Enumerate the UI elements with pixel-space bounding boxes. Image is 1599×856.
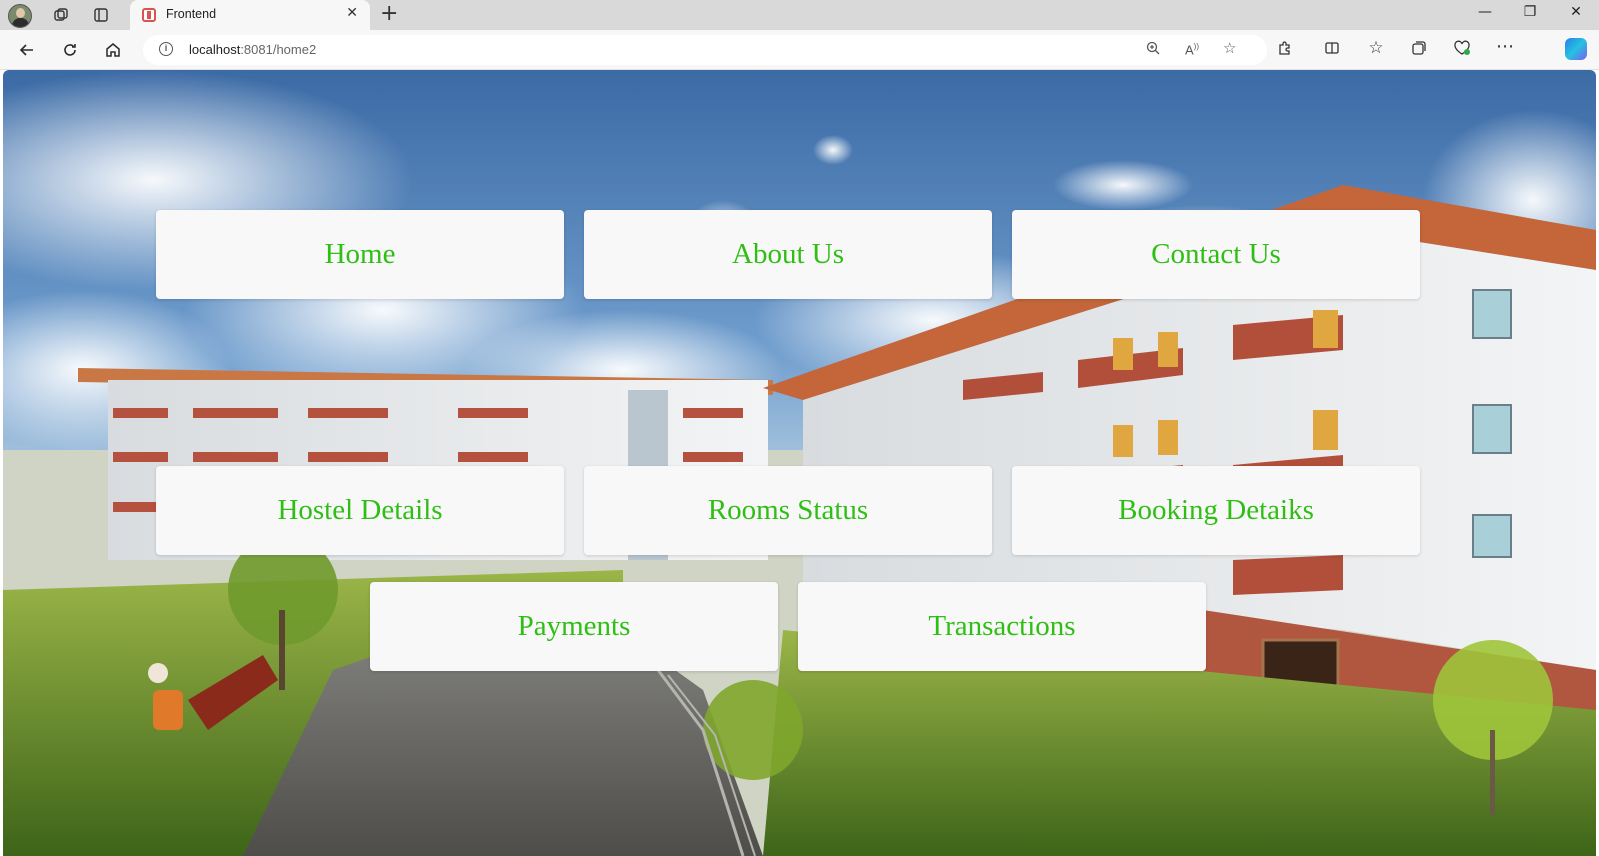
home-button[interactable] [101,38,125,62]
nav-card-label: Booking Detaiks [1118,494,1314,526]
nav-card-booking-details[interactable]: Booking Detaiks [1012,466,1420,555]
nav-card-payments[interactable]: Payments [370,582,778,671]
copilot-icon[interactable] [1565,38,1587,60]
tab-frontend[interactable]: Frontend ✕ [130,0,370,30]
restore-button[interactable]: ❐ [1510,4,1550,20]
zoom-icon[interactable] [1145,40,1161,60]
page-viewport: Home About Us Contact Us Hostel Details … [3,70,1596,856]
close-tab-icon[interactable]: ✕ [346,5,358,21]
extensions-icon[interactable] [1273,40,1297,60]
nav-card-label: Rooms Status [707,494,869,526]
nav-card-contact-us[interactable]: Contact Us [1012,210,1420,299]
settings-more-icon[interactable]: ⋯ [1493,36,1517,57]
browser-tab-strip: Frontend ✕ + — ❐ ✕ [0,0,1599,30]
nav-card-home[interactable]: Home [156,210,564,299]
site-favicon-icon [142,8,156,22]
nav-card-about-us[interactable]: About Us [584,210,992,299]
browser-essentials-icon[interactable] [1450,40,1474,60]
workspaces-icon[interactable] [50,4,72,26]
site-info-icon[interactable]: i [159,42,173,56]
nav-card-transactions[interactable]: Transactions [798,582,1206,671]
nav-card-rooms-status[interactable]: Rooms Status [584,466,992,555]
read-aloud-icon[interactable]: A)) [1185,42,1199,57]
nav-card-label: Hostel Details [277,494,443,526]
refresh-button[interactable] [58,38,82,62]
profile-avatar[interactable] [8,4,32,28]
hostel-background-image [3,70,1596,856]
address-bar[interactable]: i localhost:8081/home2 A)) ☆ [143,35,1267,65]
collections-icon[interactable] [1407,40,1431,60]
favorites-icon[interactable]: ☆ [1364,38,1388,58]
tab-actions-icon[interactable] [90,4,112,26]
tab-title: Frontend [166,7,217,21]
nav-card-hostel-details[interactable]: Hostel Details [156,466,564,555]
nav-card-label: About Us [732,238,844,270]
new-tab-button[interactable]: + [380,3,398,25]
nav-card-label: Payments [517,610,631,642]
browser-toolbar: i localhost:8081/home2 A)) ☆ ☆ ⋯ [0,30,1599,70]
nav-card-label: Contact Us [1151,238,1281,270]
favorite-star-icon[interactable]: ☆ [1223,39,1236,57]
url-text[interactable]: localhost:8081/home2 [189,42,316,57]
back-button[interactable] [15,38,39,62]
split-screen-icon[interactable] [1320,40,1344,60]
close-window-button[interactable]: ✕ [1556,4,1596,20]
minimize-button[interactable]: — [1465,4,1505,20]
nav-card-label: Home [324,238,396,270]
nav-card-label: Transactions [928,610,1076,642]
